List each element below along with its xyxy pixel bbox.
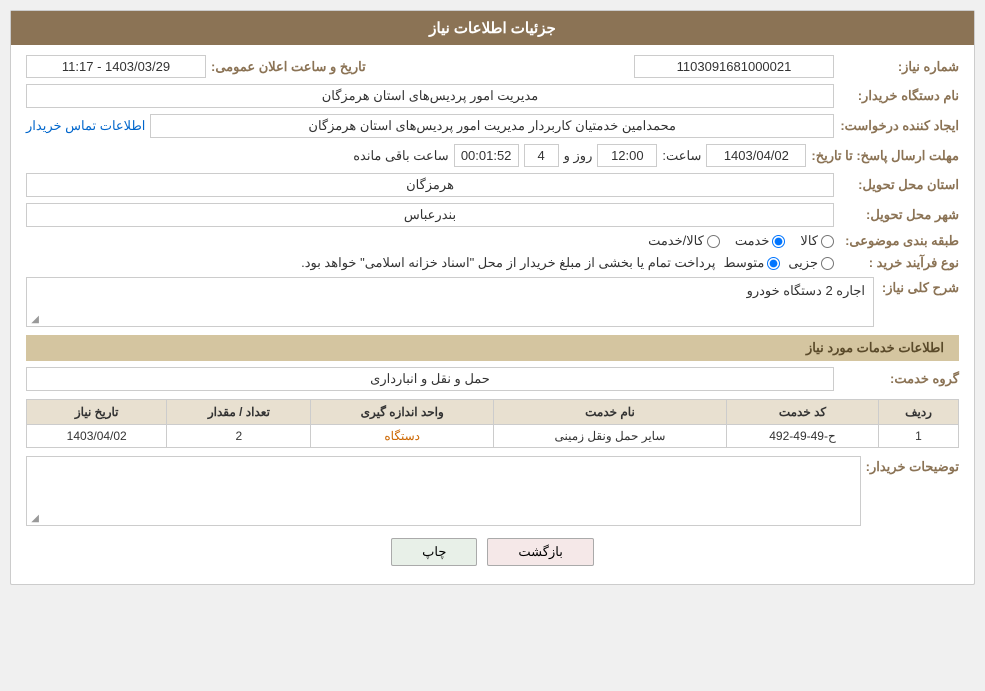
noe-jozi-label: جزیی xyxy=(788,255,818,271)
col-name: نام خدمت xyxy=(493,400,726,425)
col-vahed: واحد اندازه گیری xyxy=(311,400,494,425)
tosehat-value xyxy=(27,457,860,517)
noe-jozi-option[interactable]: جزیی xyxy=(788,255,834,271)
khadamat-section-header: اطلاعات خدمات مورد نیاز xyxy=(26,335,959,361)
sharh-label: شرح کلی نیاز: xyxy=(879,277,959,296)
name-dastgah-label: نام دستگاه خریدار: xyxy=(839,88,959,104)
tabaqe-label: طبقه بندی موضوعی: xyxy=(839,233,959,249)
tabaqe-kala-khadamat-radio[interactable] xyxy=(707,235,720,248)
ostan-label: استان محل تحویل: xyxy=(839,177,959,193)
resize-handle-sharh[interactable]: ◢ xyxy=(29,314,39,324)
cell-name: سایر حمل ونقل زمینی xyxy=(493,425,726,448)
name-dastgah-value: مدیریت امور پردیس‌های استان هرمزگان xyxy=(26,84,834,108)
print-button[interactable]: چاپ xyxy=(391,538,477,566)
col-kod: کد خدمت xyxy=(726,400,878,425)
services-table-section: ردیف کد خدمت نام خدمت واحد اندازه گیری ت… xyxy=(26,399,959,448)
noe-jozi-radio[interactable] xyxy=(821,257,834,270)
grohe-khadamat-label: گروه خدمت: xyxy=(839,371,959,387)
mohlat-date: 1403/04/02 xyxy=(706,144,806,167)
mohlat-roz-value: 4 xyxy=(524,144,559,167)
shomara-niaz-value: 1103091681000021 xyxy=(634,55,834,78)
tabaqe-radio-group: کالا خدمت کالا/خدمت xyxy=(648,233,834,249)
noe-motavasset-label: متوسط xyxy=(723,255,764,271)
page-header: جزئیات اطلاعات نیاز xyxy=(11,11,974,45)
tarikh-saaat-value: 1403/03/29 - 11:17 xyxy=(26,55,206,78)
ijad-konande-label: ایجاد کننده درخواست: xyxy=(839,118,959,134)
noe-motavasset-radio[interactable] xyxy=(767,257,780,270)
shahr-label: شهر محل تحویل: xyxy=(839,207,959,223)
shomara-niaz-label: شماره نیاز: xyxy=(839,59,959,75)
mohlat-roz-label: روز و xyxy=(564,148,593,164)
cell-vahed: دستگاه xyxy=(311,425,494,448)
mohlat-saaat-value: 12:00 xyxy=(597,144,657,167)
sharh-wrapper: اجاره 2 دستگاه خودرو ◢ xyxy=(26,277,874,327)
shahr-value: بندرعباس xyxy=(26,203,834,227)
tosehat-label: توضیحات خریدار: xyxy=(866,456,959,475)
services-table: ردیف کد خدمت نام خدمت واحد اندازه گیری ت… xyxy=(26,399,959,448)
grohe-khadamat-value: حمل و نقل و انبارداری xyxy=(26,367,834,391)
mohlat-countdown: 00:01:52 xyxy=(454,144,519,167)
tarikh-saaat-label: تاریخ و ساعت اعلان عمومی: xyxy=(211,59,366,75)
noe-motavasset-option[interactable]: متوسط xyxy=(723,255,780,271)
col-radif: ردیف xyxy=(879,400,959,425)
tabaqe-kala-khadamat-label: کالا/خدمت xyxy=(648,233,704,249)
ostan-value: هرمزگان xyxy=(26,173,834,197)
cell-radif: 1 xyxy=(879,425,959,448)
ittila-link[interactable]: اطلاعات تماس خریدار xyxy=(26,118,145,134)
col-tedad: تعداد / مقدار xyxy=(167,400,311,425)
button-row: بازگشت چاپ xyxy=(26,538,959,566)
ijad-konande-value: محمدامین خدمتیان کاربردار مدیریت امور پر… xyxy=(150,114,834,138)
table-row: 1 ح-49-49-492 سایر حمل ونقل زمینی دستگاه… xyxy=(27,425,959,448)
back-button[interactable]: بازگشت xyxy=(487,538,593,566)
resize-handle-tosehat[interactable]: ◢ xyxy=(29,513,39,523)
cell-tedad: 2 xyxy=(167,425,311,448)
mohlat-label: مهلت ارسال پاسخ: تا تاریخ: xyxy=(811,148,959,164)
tabaqe-kala-label: کالا xyxy=(800,233,818,249)
page-title: جزئیات اطلاعات نیاز xyxy=(429,20,556,37)
noe-farayand-label: نوع فرآیند خرید : xyxy=(839,255,959,271)
noe-farayand-text: پرداخت تمام یا بخشی از مبلغ خریدار از مح… xyxy=(301,255,715,271)
mohlat-saaat-label: ساعت: xyxy=(662,148,701,164)
tabaqe-kala-khadamat-option[interactable]: کالا/خدمت xyxy=(648,233,720,249)
tabaqe-khadamat-label: خدمت xyxy=(735,233,770,249)
tosehat-wrapper: ◢ xyxy=(26,456,861,526)
mohlat-baqi-label: ساعت باقی مانده xyxy=(353,148,448,164)
tabaqe-kala-radio[interactable] xyxy=(821,235,834,248)
cell-tarikh: 1403/04/02 xyxy=(27,425,167,448)
tabaqe-kala-option[interactable]: کالا xyxy=(800,233,834,249)
sharh-value: اجاره 2 دستگاه خودرو xyxy=(27,278,873,318)
tabaqe-khadamat-option[interactable]: خدمت xyxy=(735,233,786,249)
cell-kod: ح-49-49-492 xyxy=(726,425,878,448)
tabaqe-khadamat-radio[interactable] xyxy=(772,235,785,248)
col-tarikh: تاریخ نیاز xyxy=(27,400,167,425)
